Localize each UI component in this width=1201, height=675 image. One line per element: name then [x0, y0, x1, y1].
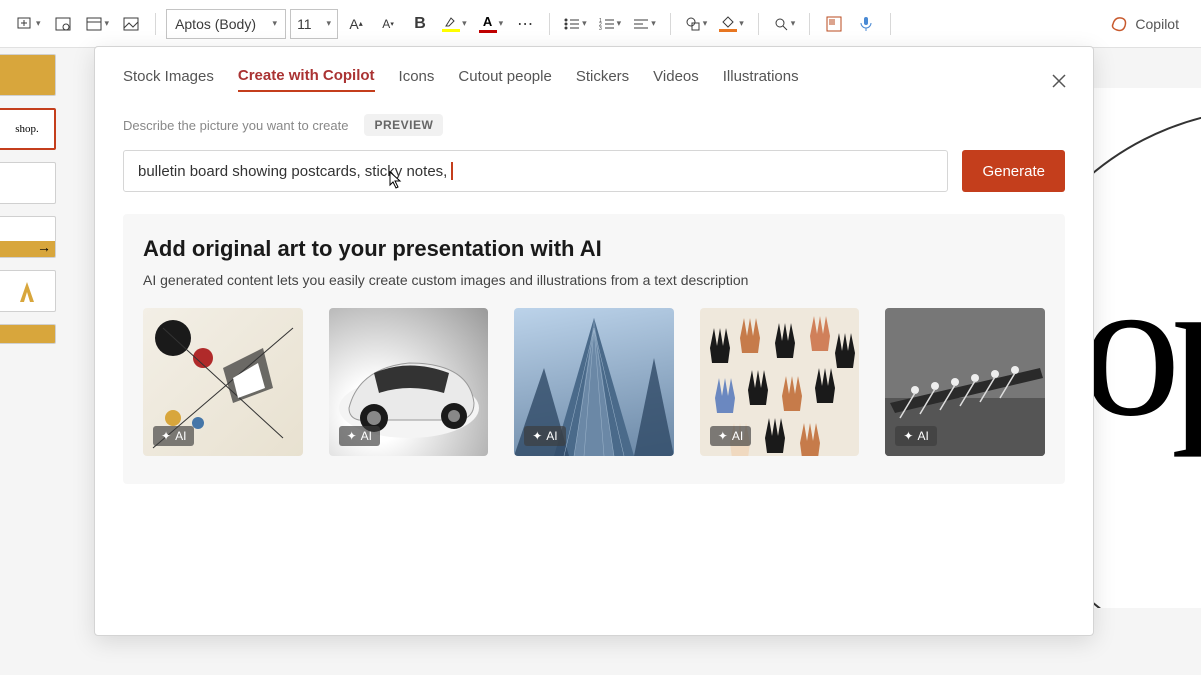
ai-badge: ✦AI: [153, 426, 194, 446]
highlight-swatch: [442, 29, 460, 32]
increase-font-icon[interactable]: A▴: [342, 10, 370, 38]
info-title: Add original art to your presentation wi…: [143, 236, 1045, 262]
bullets-button[interactable]: ▾: [560, 15, 591, 33]
example-card-hands[interactable]: ✦AI: [700, 308, 860, 456]
tab-illustrations[interactable]: Illustrations: [723, 68, 799, 91]
generate-button[interactable]: Generate: [962, 150, 1065, 192]
prompt-row: bulletin board showing postcards, sticky…: [123, 150, 1065, 192]
find-button[interactable]: ▾: [769, 14, 800, 34]
chevron-down-icon: ▾: [327, 18, 332, 29]
prompt-value: bulletin board showing postcards, sticky…: [138, 163, 447, 180]
example-card-car[interactable]: ✦AI: [329, 308, 489, 456]
svg-text:3: 3: [599, 26, 602, 31]
chevron-down-icon: ▾: [499, 18, 504, 29]
decrease-font-icon[interactable]: A▾: [374, 10, 402, 38]
tab-videos[interactable]: Videos: [653, 68, 699, 91]
example-card-skyscraper[interactable]: ✦AI: [514, 308, 674, 456]
ai-badge: ✦AI: [710, 426, 751, 446]
info-subtitle: AI generated content lets you easily cre…: [143, 272, 1045, 288]
layout-button[interactable]: ▾: [81, 13, 114, 35]
chevron-down-icon: ▾: [105, 18, 110, 29]
new-slide-button[interactable]: ▾: [12, 13, 45, 35]
designer-icon[interactable]: [820, 10, 848, 38]
ai-badge: ✦AI: [339, 426, 380, 446]
chevron-down-icon: ▾: [462, 18, 467, 29]
shapes-button[interactable]: ▾: [681, 14, 712, 34]
separator: [809, 13, 810, 35]
separator: [670, 13, 671, 35]
thumb-text: shop.: [15, 123, 39, 135]
align-button[interactable]: ▾: [629, 15, 660, 33]
describe-row: Describe the picture you want to create …: [123, 114, 1065, 136]
slide-thumb-1[interactable]: [0, 54, 56, 96]
tab-icons[interactable]: Icons: [399, 68, 435, 91]
tab-create-with-copilot[interactable]: Create with Copilot: [238, 67, 375, 92]
panel-tabs: Stock Images Create with Copilot Icons C…: [123, 67, 1065, 92]
slide-thumbnails: shop.: [0, 48, 62, 675]
chevron-down-icon: ▾: [273, 18, 278, 29]
dictate-icon[interactable]: [852, 10, 880, 38]
example-card-rowing[interactable]: ✦AI: [885, 308, 1045, 456]
more-font-options-icon[interactable]: ⋯: [511, 10, 539, 38]
numbering-button[interactable]: 123 ▾: [595, 15, 626, 33]
preview-badge: PREVIEW: [364, 114, 443, 136]
sparkle-icon: ✦: [347, 429, 357, 443]
separator: [549, 13, 550, 35]
copilot-label: Copilot: [1135, 16, 1179, 32]
sparkle-icon: ✦: [161, 429, 171, 443]
image-picker-panel: Stock Images Create with Copilot Icons C…: [94, 46, 1094, 636]
sparkle-icon: ✦: [718, 429, 728, 443]
chevron-down-icon: ▾: [582, 18, 587, 29]
font-name-select[interactable]: Aptos (Body) ▾: [166, 9, 286, 39]
slide-thumb-4[interactable]: [0, 216, 56, 258]
ribbon-toolbar: ▾ ▾ Aptos (Body) ▾ 11 ▾ A▴ A▾ B ▾ A ▾ ⋯: [0, 0, 1201, 48]
font-size-value: 11: [297, 16, 312, 32]
example-gallery: ✦AI ✦AI ✦AI: [143, 308, 1045, 456]
example-card-abstract[interactable]: ✦AI: [143, 308, 303, 456]
sparkle-icon: ✦: [532, 429, 542, 443]
slide-thumb-6[interactable]: [0, 324, 56, 344]
separator: [890, 13, 891, 35]
chevron-down-icon: ▾: [791, 18, 796, 29]
chevron-down-icon: ▾: [703, 18, 708, 29]
font-color-swatch: [479, 30, 497, 33]
font-size-select[interactable]: 11 ▾: [290, 9, 338, 39]
tab-stickers[interactable]: Stickers: [576, 68, 629, 91]
text-caret: [451, 162, 453, 180]
slide-fragment: op: [1081, 88, 1201, 608]
separator: [758, 13, 759, 35]
reading-view-icon[interactable]: [49, 10, 77, 38]
chevron-down-icon: ▾: [36, 18, 41, 29]
font-name-value: Aptos (Body): [175, 16, 256, 32]
bold-button[interactable]: B: [406, 10, 434, 38]
ai-badge: ✦AI: [524, 426, 565, 446]
chevron-down-icon: ▾: [617, 18, 622, 29]
ai-badge: ✦AI: [895, 426, 936, 446]
slide-thumb-5[interactable]: [0, 270, 56, 312]
describe-label: Describe the picture you want to create: [123, 118, 348, 133]
close-icon: [1052, 74, 1066, 88]
font-color-button[interactable]: A ▾: [475, 12, 508, 35]
chevron-down-icon: ▾: [651, 18, 656, 29]
chevron-down-icon: ▾: [739, 18, 744, 29]
shape-fill-button[interactable]: ▾: [715, 14, 748, 34]
fill-swatch: [719, 29, 737, 32]
info-block: Add original art to your presentation wi…: [123, 214, 1065, 484]
prompt-input[interactable]: bulletin board showing postcards, sticky…: [123, 150, 948, 192]
slide-thumb-2[interactable]: shop.: [0, 108, 56, 150]
slide-thumb-3[interactable]: [0, 162, 56, 204]
decorative-circle: [1081, 108, 1201, 608]
sparkle-icon: ✦: [903, 429, 913, 443]
copilot-icon: [1109, 14, 1129, 34]
highlight-color-button[interactable]: ▾: [438, 14, 471, 34]
copilot-button[interactable]: Copilot: [1099, 10, 1189, 38]
separator: [155, 13, 156, 35]
tab-stock-images[interactable]: Stock Images: [123, 68, 214, 91]
tab-cutout-people[interactable]: Cutout people: [458, 68, 551, 91]
close-button[interactable]: [1045, 67, 1073, 95]
image-icon[interactable]: [117, 10, 145, 38]
